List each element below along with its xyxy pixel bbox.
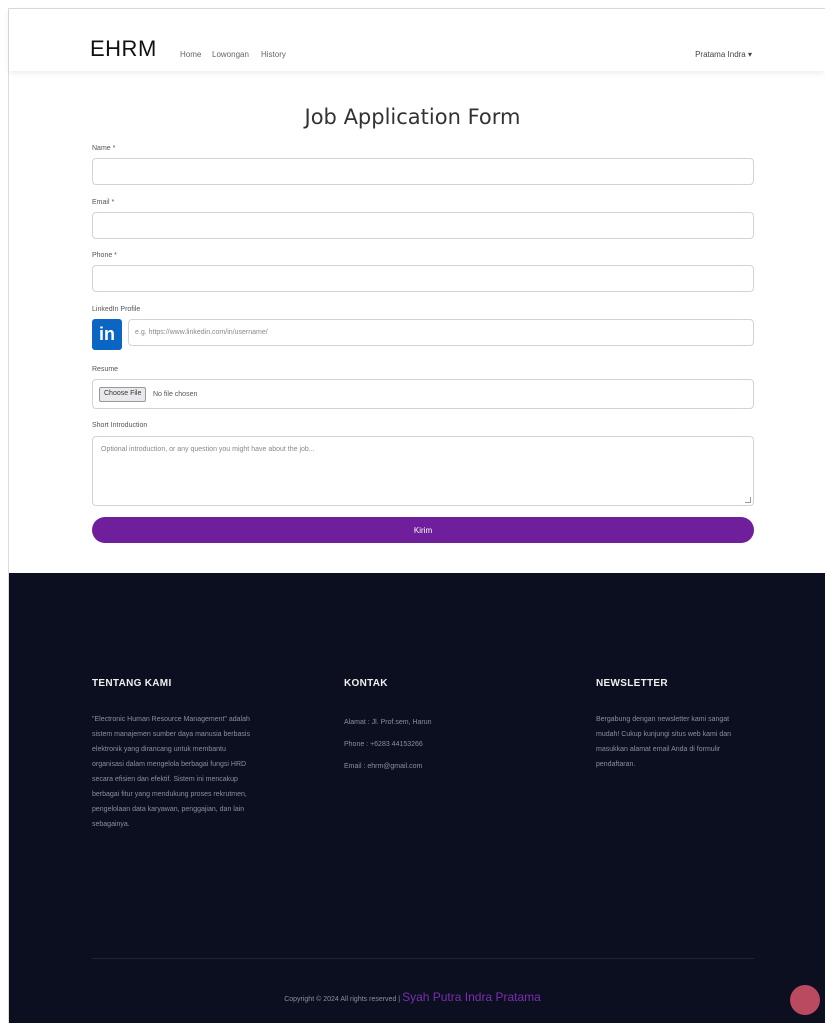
nav-home-link[interactable]: Home [180,50,201,59]
linkedin-field[interactable]: e.g. https://www.linkedin.com/in/usernam… [128,319,754,346]
contact-list: Alamat : Jl. Prof.sem, Harun Phone : +62… [344,712,494,778]
resume-file-input: Choose File No file chosen [92,379,754,409]
intro-label: Short Introduction [92,422,148,429]
intro-textarea[interactable]: Optional introduction, or any question y… [92,436,754,506]
email-field[interactable] [92,212,754,239]
contact-address: Alamat : Jl. Prof.sem, Harun [344,719,432,726]
brand-logo[interactable]: EHRM [90,36,157,62]
intro-placeholder: Optional introduction, or any question y… [101,446,315,453]
phone-field[interactable] [92,265,754,292]
newsletter-heading: NEWSLETTER [596,678,668,689]
name-label: Name * [92,145,116,152]
file-status-text: No file chosen [153,391,198,398]
choose-file-button[interactable]: Choose File [99,387,147,402]
submit-button[interactable]: Kirim [92,517,754,543]
copyright: Copyright © 2024 All rights reserved | S… [0,990,825,1004]
phone-label: Phone * [92,252,117,259]
email-label: Email * [92,199,115,206]
resize-handle[interactable] [745,497,751,503]
page-title: Job Application Form [304,105,521,129]
about-text: "Electronic Human Resource Management" a… [92,716,250,828]
nav-history-link[interactable]: History [261,50,286,59]
linkedin-group: in e.g. https://www.linkedin.com/in/user… [92,319,754,350]
user-dropdown[interactable]: Pratama Indra ▾ [695,50,752,59]
copyright-text: Copyright © 2024 All rights reserved | [284,996,403,1003]
contact-heading: KONTAK [344,678,388,689]
name-field[interactable] [92,158,754,185]
linkedin-label: LinkedIn Profile [92,306,141,313]
contact-email[interactable]: Email : ehrm@gmail.com [344,756,494,778]
back-to-top-button[interactable] [790,985,820,1015]
resume-label: Resume [92,366,119,373]
author-link[interactable]: Syah Putra Indra Pratama [402,990,541,1004]
about-heading: TENTANG KAMI [92,678,172,689]
newsletter-text: Bergabung dengan newsletter kami sangat … [596,716,732,768]
navbar: EHRM Home Lowongan History Pratama Indra… [9,9,825,71]
nav-lowongan-link[interactable]: Lowongan [212,50,249,59]
footer-divider [92,958,754,959]
linkedin-icon: in [92,319,122,350]
contact-phone: Phone : +6283 44153266 [344,741,423,748]
